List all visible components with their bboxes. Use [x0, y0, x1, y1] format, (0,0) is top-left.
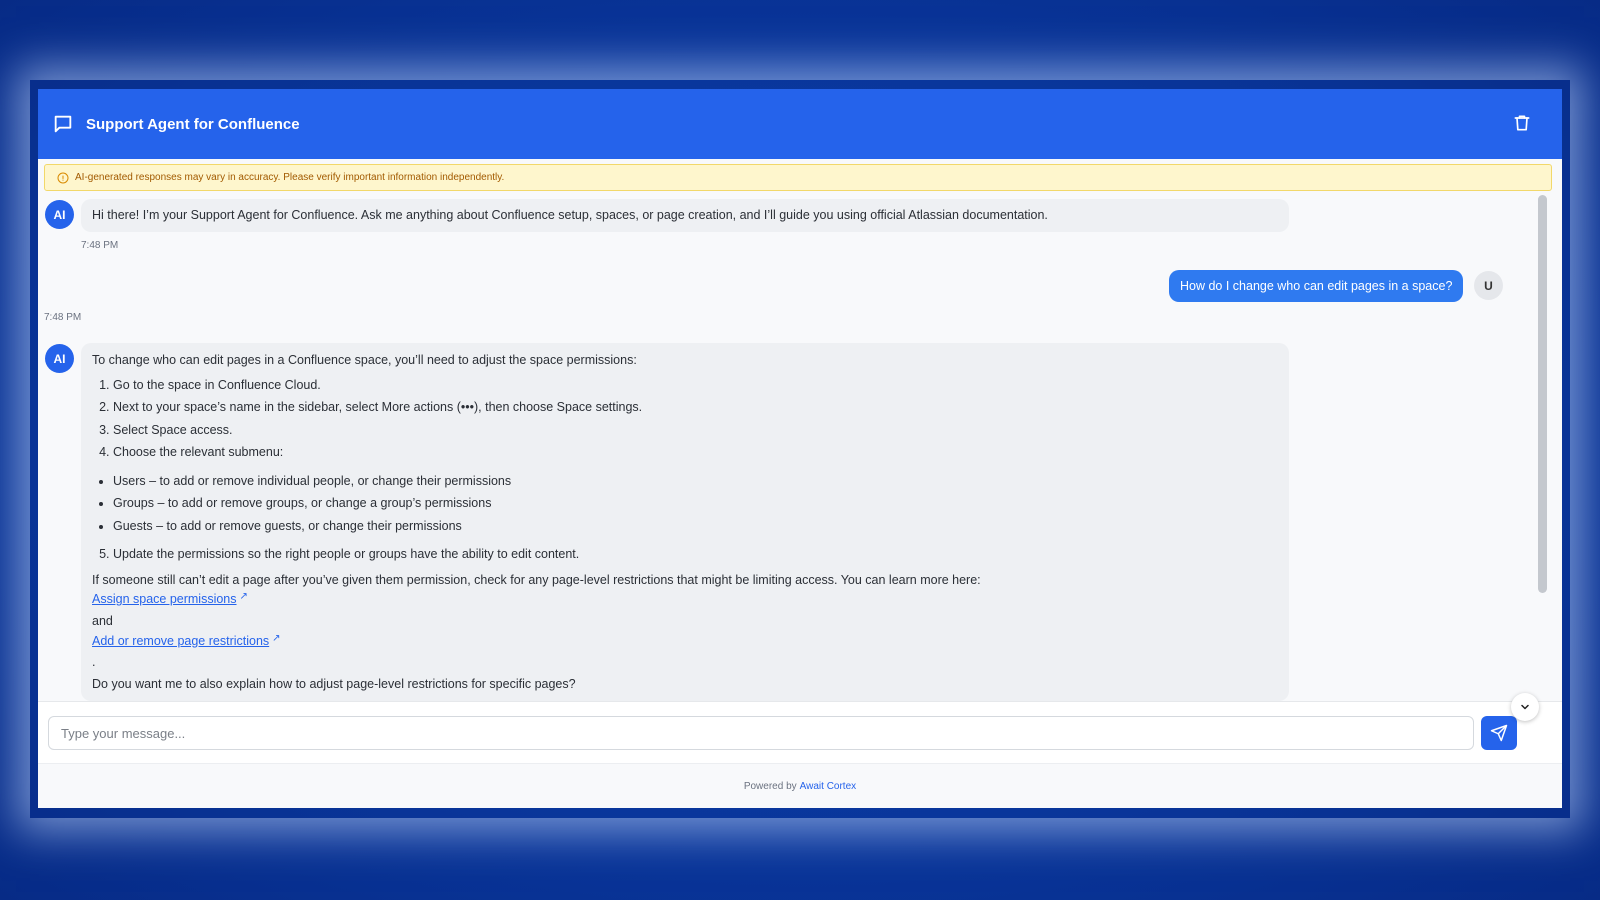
chevron-down-icon [1519, 701, 1531, 713]
submenu-list: Users – to add or remove individual peop… [92, 470, 1278, 538]
chat-bubble-icon [52, 113, 74, 135]
send-icon [1490, 724, 1508, 742]
brand-link[interactable]: Await Cortex [800, 781, 857, 792]
send-button[interactable] [1481, 716, 1517, 750]
powered-by-label: Powered by [743, 781, 797, 792]
submenu-item: Groups – to add or remove groups, or cha… [113, 492, 1278, 515]
page-restrictions-link[interactable]: Add or remove page restrictions [92, 634, 269, 648]
followup-text: If someone still can’t edit a page after… [92, 572, 981, 587]
ai-avatar: AI [45, 200, 74, 229]
step-item: Next to your space’s name in the sidebar… [113, 396, 1278, 419]
step-item: Update the permissions so the right peop… [113, 543, 1278, 566]
footer: Powered by Await Cortex [38, 763, 1562, 808]
info-icon [57, 172, 69, 184]
ai-message-text: Hi there! I’m your Support Agent for Con… [92, 208, 1048, 222]
ai-message-bubble: To change who can edit pages in a Conflu… [81, 343, 1289, 701]
answer-question: Do you want me to also explain how to ad… [92, 676, 576, 691]
scrollbar-thumb[interactable] [1538, 195, 1547, 593]
user-avatar: U [1474, 271, 1503, 300]
disclaimer-text: AI-generated responses may vary in accur… [75, 172, 505, 183]
disclaimer-banner: AI-generated responses may vary in accur… [44, 164, 1552, 191]
step-item: Select Space access. [113, 419, 1278, 442]
message-timestamp: 7:48 PM [44, 312, 82, 323]
user-message-bubble: How do I change who can edit pages in a … [1169, 270, 1464, 302]
chat-title: Support Agent for Confluence [86, 115, 300, 133]
message-input[interactable] [48, 716, 1474, 750]
message-timestamp: 7:48 PM [81, 240, 119, 251]
external-link-icon: ↗ [239, 590, 248, 602]
steps-list: Go to the space in Confluence Cloud. Nex… [92, 374, 1278, 464]
period-text: . [92, 654, 96, 669]
scrollbar[interactable] [1536, 195, 1548, 701]
chat-window: Support Agent for Confluence AI-generate… [38, 89, 1562, 808]
chat-header: Support Agent for Confluence [38, 89, 1562, 159]
scroll-to-bottom-button[interactable] [1511, 693, 1539, 721]
step-item: Choose the relevant submenu: [113, 441, 1278, 464]
assign-space-permissions-link[interactable]: Assign space permissions [92, 592, 237, 606]
user-message-text: How do I change who can edit pages in a … [1180, 279, 1453, 293]
step-item: Go to the space in Confluence Cloud. [113, 374, 1278, 397]
and-text: and [92, 613, 113, 628]
composer [38, 701, 1562, 764]
ai-avatar: AI [45, 344, 74, 373]
external-link-icon: ↗ [272, 632, 281, 644]
submenu-item: Users – to add or remove individual peop… [113, 470, 1278, 493]
steps-list-continued: Update the permissions so the right peop… [92, 543, 1278, 566]
submenu-item: Guests – to add or remove guests, or cha… [113, 515, 1278, 538]
answer-intro: To change who can edit pages in a Conflu… [92, 353, 637, 367]
trash-icon[interactable] [1512, 113, 1534, 135]
ai-message-bubble: Hi there! I’m your Support Agent for Con… [81, 199, 1289, 232]
